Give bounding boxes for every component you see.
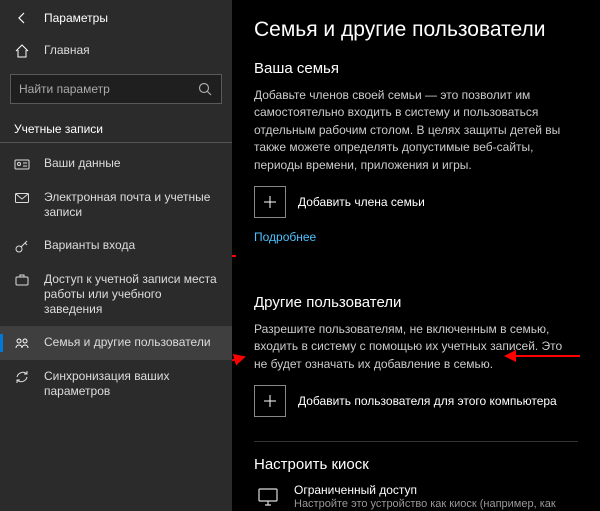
- page-title: Семья и другие пользователи: [254, 18, 578, 42]
- add-family-member-button[interactable]: Добавить члена семьи: [254, 186, 578, 218]
- add-other-user-label: Добавить пользователя для этого компьюте…: [298, 394, 557, 408]
- plus-icon: [254, 385, 286, 417]
- kiosk-section: Настроить киоск Ограниченный доступ Наст…: [254, 456, 578, 511]
- learn-more-link[interactable]: Подробнее: [254, 230, 316, 244]
- sidebar: Параметры Главная Учетные записи Ваши да…: [0, 0, 232, 511]
- sidebar-item-label: Семья и другие пользователи: [44, 335, 211, 350]
- sidebar-item-label: Ваши данные: [44, 156, 121, 171]
- plus-icon: [254, 186, 286, 218]
- id-card-icon: [14, 156, 30, 172]
- monitor-icon: [254, 483, 282, 511]
- divider: [254, 441, 578, 442]
- sidebar-item-label: Электронная почта и учетные записи: [44, 190, 218, 220]
- sidebar-item-label: Доступ к учетной записи места работы или…: [44, 272, 218, 317]
- category-heading: Учетные записи: [0, 110, 232, 143]
- add-family-label: Добавить члена семьи: [298, 195, 425, 209]
- sidebar-item-sync[interactable]: Синхронизация ваших параметров: [0, 360, 232, 408]
- kiosk-item-sub: Настройте это устройство как киоск (напр…: [294, 497, 578, 511]
- kiosk-title: Настроить киоск: [254, 456, 578, 473]
- family-title: Ваша семья: [254, 60, 578, 77]
- key-icon: [14, 238, 30, 254]
- others-desc: Разрешите пользователям, не включенным в…: [254, 321, 578, 373]
- add-other-user-button[interactable]: Добавить пользователя для этого компьюте…: [254, 385, 578, 417]
- home-icon: [14, 43, 30, 59]
- home-button[interactable]: Главная: [0, 34, 232, 68]
- kiosk-item[interactable]: Ограниченный доступ Настройте это устрой…: [254, 483, 578, 511]
- sidebar-item-email[interactable]: Электронная почта и учетные записи: [0, 181, 232, 229]
- home-label: Главная: [44, 43, 90, 58]
- sidebar-item-your-info[interactable]: Ваши данные: [0, 147, 232, 181]
- family-desc: Добавьте членов своей семьи — это позвол…: [254, 87, 578, 174]
- sidebar-item-signin-options[interactable]: Варианты входа: [0, 229, 232, 263]
- sidebar-item-work-school[interactable]: Доступ к учетной записи места работы или…: [0, 263, 232, 326]
- briefcase-icon: [14, 272, 30, 288]
- mail-icon: [14, 190, 30, 206]
- family-section: Ваша семья Добавьте членов своей семьи —…: [254, 60, 578, 270]
- sidebar-item-label: Синхронизация ваших параметров: [44, 369, 218, 399]
- nav-list: Ваши данные Электронная почта и учетные …: [0, 147, 232, 408]
- search-input[interactable]: [19, 82, 197, 96]
- kiosk-text: Ограниченный доступ Настройте это устрой…: [294, 483, 578, 511]
- search-box[interactable]: [10, 74, 222, 104]
- search-row: [0, 68, 232, 110]
- annotation-arrow: [232, 248, 238, 264]
- back-icon[interactable]: [14, 10, 30, 26]
- search-icon: [197, 81, 213, 97]
- people-icon: [14, 335, 30, 351]
- sidebar-item-label: Варианты входа: [44, 238, 135, 253]
- kiosk-item-title: Ограниченный доступ: [294, 483, 578, 497]
- annotation-arrow: [232, 353, 248, 379]
- content-pane: Семья и другие пользователи Ваша семья Д…: [232, 0, 600, 511]
- others-title: Другие пользователи: [254, 294, 578, 311]
- sidebar-item-family[interactable]: Семья и другие пользователи: [0, 326, 232, 360]
- window-title: Параметры: [44, 11, 108, 25]
- sync-icon: [14, 369, 30, 385]
- window-header: Параметры: [0, 0, 232, 34]
- other-users-section: Другие пользователи Разрешите пользовате…: [254, 294, 578, 417]
